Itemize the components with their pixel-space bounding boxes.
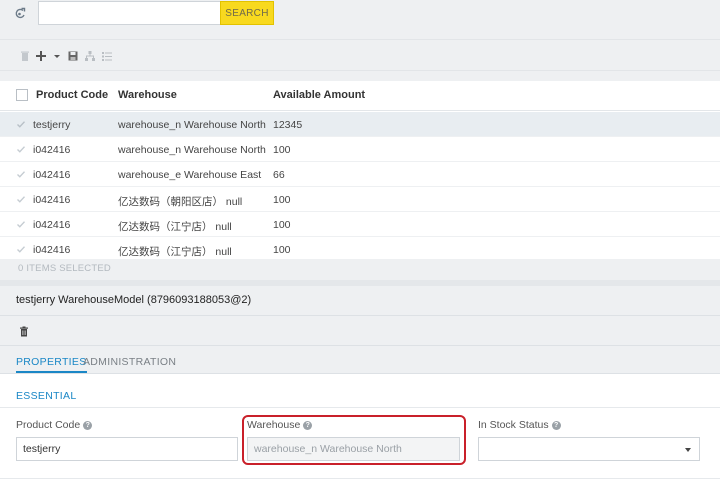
table-row[interactable]: i042416 warehouse_n Warehouse North 100	[0, 137, 720, 162]
cell-available-amount: 66	[273, 169, 285, 181]
table-row[interactable]: i042416 warehouse_e Warehouse East 66	[0, 162, 720, 187]
label-text: In Stock Status	[478, 419, 549, 431]
cell-warehouse: warehouse_n Warehouse North	[118, 144, 266, 156]
cell-warehouse: 亿达数码（江宁店） null	[118, 221, 232, 233]
in-stock-status-select[interactable]	[478, 437, 700, 461]
column-header-product-code[interactable]: Product Code	[36, 89, 108, 101]
help-icon[interactable]: ?	[83, 420, 93, 430]
cell-warehouse: warehouse_e Warehouse East	[118, 169, 262, 181]
cell-warehouse: warehouse_n Warehouse North	[118, 119, 266, 131]
check-icon[interactable]	[16, 194, 26, 204]
tab-bar: PROPERTIES ADMINISTRATION	[0, 346, 720, 374]
cell-product-code: testjerry	[33, 119, 71, 131]
check-icon[interactable]	[16, 219, 26, 229]
table-row[interactable]: i042416 亿达数码（朝阳区店） null 100	[0, 187, 720, 212]
annotation-highlight	[242, 415, 466, 465]
column-header-warehouse[interactable]: Warehouse	[118, 89, 177, 101]
divider	[0, 478, 720, 479]
search-input[interactable]	[38, 1, 221, 25]
search-mode-icon[interactable]	[14, 7, 28, 21]
cell-available-amount: 100	[273, 194, 291, 206]
field-value: testjerry	[23, 443, 61, 455]
network-icon[interactable]	[84, 50, 96, 62]
toolbar	[0, 40, 720, 71]
tab-properties[interactable]: PROPERTIES	[16, 356, 87, 373]
selection-status: 0 ITEMS SELECTED	[18, 263, 111, 274]
table-header: Product Code Warehouse Available Amount	[0, 81, 720, 111]
divider	[0, 407, 720, 408]
cell-product-code: i042416	[33, 169, 71, 181]
field-label-in-stock-status: In Stock Status ?	[478, 419, 561, 431]
cell-warehouse: 亿达数码（朝阳区店） null	[118, 196, 243, 208]
check-icon[interactable]	[16, 169, 26, 179]
field-label-product-code: Product Code ?	[16, 419, 93, 431]
trash-icon[interactable]	[19, 326, 29, 337]
dropdown-icon[interactable]	[51, 50, 63, 62]
detail-title: testjerry WarehouseModel (8796093188053@…	[16, 294, 252, 306]
cell-product-code: i042416	[33, 244, 71, 256]
save-icon[interactable]	[67, 50, 79, 62]
add-icon[interactable]	[35, 50, 47, 62]
cell-product-code: i042416	[33, 194, 71, 206]
column-header-available-amount[interactable]: Available Amount	[273, 89, 365, 101]
select-all-checkbox[interactable]	[16, 89, 28, 101]
section-title-essential: ESSENTIAL	[16, 390, 77, 402]
spacer	[0, 71, 720, 81]
check-icon[interactable]	[16, 119, 26, 129]
table-row[interactable]: i042416 亿达数码（江宁店） null 100	[0, 212, 720, 237]
table-row[interactable]: testjerry warehouse_n Warehouse North 12…	[0, 112, 720, 137]
cell-warehouse: 亿达数码（江宁店） null	[118, 246, 232, 258]
detail-toolbar	[0, 316, 720, 346]
tab-administration[interactable]: ADMINISTRATION	[83, 356, 176, 368]
label-text: Product Code	[16, 419, 81, 431]
cell-available-amount: 100	[273, 219, 291, 231]
cell-product-code: i042416	[33, 144, 71, 156]
detail-header: testjerry WarehouseModel (8796093188053@…	[0, 286, 720, 316]
search-bar: SEARCH	[0, 0, 720, 40]
cell-product-code: i042416	[33, 219, 71, 231]
search-button[interactable]: SEARCH	[220, 1, 274, 25]
chevron-down-icon[interactable]	[685, 448, 691, 452]
cell-available-amount: 100	[273, 244, 291, 256]
help-icon[interactable]: ?	[551, 420, 561, 430]
cell-available-amount: 100	[273, 144, 291, 156]
list-icon[interactable]	[101, 50, 113, 62]
delete-icon[interactable]	[19, 50, 31, 62]
check-icon[interactable]	[16, 144, 26, 154]
cell-available-amount: 12345	[273, 119, 303, 131]
check-icon[interactable]	[16, 244, 26, 254]
selection-status-bar: 0 ITEMS SELECTED	[0, 259, 720, 280]
product-code-field[interactable]: testjerry	[16, 437, 238, 461]
